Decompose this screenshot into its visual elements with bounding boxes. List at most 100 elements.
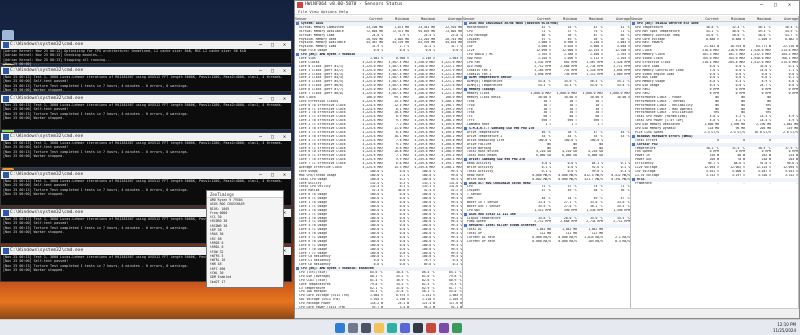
column-header-current[interactable]: Current xyxy=(525,16,551,21)
cmd-icon xyxy=(3,210,9,216)
cmd-icon xyxy=(3,134,9,140)
window-controls[interactable]: ─ □ ✕ xyxy=(259,95,289,103)
column-header-maximum[interactable]: Maximum xyxy=(745,16,771,21)
sensor-group-icon xyxy=(296,267,299,271)
cmd-icon xyxy=(3,172,9,178)
sensor-group-icon xyxy=(296,53,299,57)
hwinfo-titlebar[interactable]: HWiNFO64 v8.00-5070 - Sensors Status ─ □… xyxy=(295,1,799,9)
sensor-minimum: 0.000 KB/s xyxy=(558,239,577,243)
sensor-current: - xyxy=(717,181,719,185)
zentimings-content: AMD Ryzen 9 7950X ASUS ROG CROSSHAIR BIOS:… xyxy=(207,198,283,284)
console-title: C:\Windows\system32\cmd.exe xyxy=(10,134,84,139)
console-window[interactable]: C:\Windows\system32\cmd.exe ─ □ ✕ [Nov 25 … xyxy=(0,94,292,130)
sensor-group-icon xyxy=(464,22,467,25)
sensor-average: 0.4 KB/s xyxy=(615,239,630,243)
taskbar: 12:10 PM 11/25/2024 xyxy=(0,319,800,335)
sensor-average: - xyxy=(796,181,798,185)
cmd-icon xyxy=(3,96,9,102)
sensor-row[interactable]: Framerate - - - - xyxy=(631,182,798,186)
console-line: [Nov 25 00:00] Worker stopped. xyxy=(3,115,65,120)
console-title: C:\Windows\system32\cmd.exe xyxy=(10,248,84,253)
console-titlebar[interactable]: C:\Windows\system32\cmd.exe ─ □ ✕ xyxy=(1,41,291,49)
console-titlebar[interactable]: C:\Windows\system32\cmd.exe ─ □ ✕ xyxy=(1,171,291,179)
column-header-minimum[interactable]: Minimum xyxy=(383,16,409,21)
window-controls[interactable]: ─ □ ✕ xyxy=(259,133,289,141)
console-line: [Nov 25 00:00] Worker stopped. xyxy=(3,153,65,158)
hwinfo-app-icon xyxy=(297,2,303,8)
console-title: C:\Windows\system32\cmd.exe xyxy=(10,96,84,101)
hwinfo-window[interactable]: HWiNFO64 v8.00-5070 - Sensors Status ─ □… xyxy=(294,0,800,319)
column-header-current[interactable]: Current xyxy=(357,16,383,21)
hwinfo-statusbar xyxy=(295,308,799,318)
sensor-name: Current UP rate xyxy=(467,239,495,243)
zentimings-window[interactable]: ZenTimings AMD Ryzen 9 7950X ASUS ROG CRO… xyxy=(206,190,284,288)
sensor-group-icon xyxy=(464,76,467,80)
prime95-icon[interactable] xyxy=(439,323,449,333)
sensor-group-icon xyxy=(464,88,467,92)
explorer-icon[interactable] xyxy=(374,323,384,333)
column-header-average[interactable]: Average xyxy=(603,16,630,21)
zentimings-titlebar[interactable]: ZenTimings xyxy=(207,191,283,198)
clock-time: 12:10 PM xyxy=(777,322,796,327)
sensor-group-icon xyxy=(632,142,635,146)
window-controls[interactable]: ─ □ ✕ xyxy=(259,67,289,75)
hwinfo-icon[interactable] xyxy=(426,323,436,333)
console-titlebar[interactable]: C:\Windows\system32\cmd.exe ─ □ ✕ xyxy=(1,67,291,75)
terminal-icon[interactable] xyxy=(413,323,423,333)
console-title: C:\Windows\system32\cmd.exe xyxy=(10,210,84,215)
console-title: C:\Windows\system32\cmd.exe xyxy=(10,42,84,47)
console-titlebar[interactable]: C:\Windows\system32\cmd.exe ─ □ ✕ xyxy=(1,133,291,141)
sensor-panel[interactable]: Sensor Current Minimum Maximum Average System… xyxy=(295,16,463,308)
window-controls[interactable]: ─ □ ✕ xyxy=(760,1,795,9)
sensor-maximum: 185 KB/s xyxy=(588,239,603,243)
start-icon[interactable] xyxy=(335,323,345,333)
sensor-group-icon xyxy=(632,177,635,181)
console-titlebar[interactable]: C:\Windows\system32\cmd.exe ─ □ ✕ xyxy=(1,95,291,103)
column-header-sensor[interactable]: Sensor xyxy=(631,16,693,21)
column-header-average[interactable]: Average xyxy=(435,16,462,21)
column-header-sensor[interactable]: Sensor xyxy=(295,16,357,21)
sensor-group-icon xyxy=(632,134,635,138)
console-window[interactable]: C:\Windows\system32\cmd.exe ─ □ ✕ [Nov 25 … xyxy=(0,66,292,92)
window-controls[interactable]: ─ □ ✕ xyxy=(259,171,289,179)
sensor-row[interactable]: Current UP rate 0.000 KB/s 0.000 KB/s 185 K… xyxy=(463,240,630,244)
console-title: C:\Windows\system32\cmd.exe xyxy=(10,68,84,73)
cmd-icon xyxy=(3,248,9,254)
sensor-name: Framerate xyxy=(635,181,652,185)
sensor-group-icon xyxy=(296,22,299,25)
console-window[interactable]: C:\Windows\system32\cmd.exe ─ □ ✕ [Adrian … xyxy=(0,40,292,66)
console-title: C:\Windows\system32\cmd.exe xyxy=(10,172,84,177)
column-header-average[interactable]: Average xyxy=(771,16,798,21)
column-header-maximum[interactable]: Maximum xyxy=(409,16,435,21)
cmd-icon xyxy=(3,42,9,48)
sensor-group-icon xyxy=(464,212,467,216)
sensor-group-icon xyxy=(632,22,635,25)
column-header-minimum[interactable]: Minimum xyxy=(719,16,745,21)
cmd-icon xyxy=(3,68,9,74)
window-controls[interactable]: ─ □ ✕ xyxy=(259,41,289,49)
sensor-group-icon xyxy=(464,224,467,228)
app-icon[interactable] xyxy=(452,323,462,333)
store-icon[interactable] xyxy=(400,323,410,333)
zentimings-line: Cmd2T 1T xyxy=(210,279,226,284)
hwinfo-menubar[interactable]: File View Options Help xyxy=(295,9,799,15)
console-line: [Nov 25 00:00] Worker stopped. xyxy=(3,87,65,92)
search-icon[interactable] xyxy=(348,323,358,333)
edge-icon[interactable] xyxy=(387,323,397,333)
system-clock[interactable]: 12:10 PM 11/25/2024 xyxy=(773,322,796,333)
sensor-group-icon xyxy=(464,158,467,162)
hwinfo-title: HWiNFO64 v8.00-5070 - Sensors Status xyxy=(305,2,403,7)
sensor-minimum: - xyxy=(743,181,745,185)
column-header-sensor[interactable]: Sensor xyxy=(463,16,525,21)
column-header-minimum[interactable]: Minimum xyxy=(551,16,577,21)
sensor-maximum: - xyxy=(769,181,771,185)
clock-date: 11/25/2024 xyxy=(772,327,796,333)
sensor-current: 0.000 KB/s xyxy=(532,239,551,243)
sensor-panel[interactable]: Sensor Current Minimum Maximum Average GPU [#… xyxy=(631,16,799,308)
column-header-maximum[interactable]: Maximum xyxy=(577,16,603,21)
sensor-panel[interactable]: Sensor Current Minimum Maximum Average ASUS R… xyxy=(463,16,631,308)
console-window[interactable]: C:\Windows\system32\cmd.exe ─ □ ✕ [Nov 25 … xyxy=(0,132,292,168)
task-view-icon[interactable] xyxy=(361,323,371,333)
column-header-current[interactable]: Current xyxy=(693,16,719,21)
sensor-group-icon xyxy=(464,181,467,185)
